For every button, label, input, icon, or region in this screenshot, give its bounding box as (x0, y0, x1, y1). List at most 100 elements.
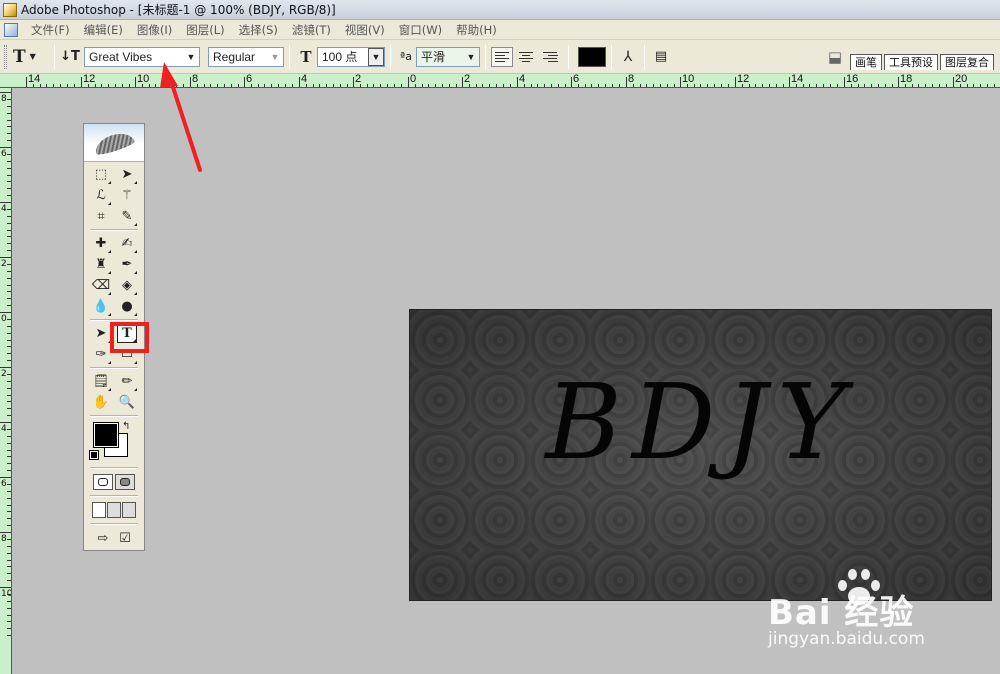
swap-colors-icon[interactable]: ↰ (122, 421, 130, 432)
chevron-down-icon: ▼ (29, 52, 36, 61)
healing-brush-icon[interactable]: ✚ (91, 234, 111, 253)
text-color-swatch[interactable] (578, 46, 606, 67)
ruler-minor-tick (7, 553, 11, 554)
standard-mode-button[interactable] (93, 474, 113, 490)
paint-bucket-icon[interactable]: ◈ (117, 276, 137, 295)
ruler-minor-tick (7, 594, 11, 595)
toolbox-divider (90, 367, 138, 369)
menu-file[interactable]: 文件(F) (24, 22, 77, 38)
font-size-select[interactable]: 100 点 ▼ (317, 46, 385, 67)
ruler-label: 8 (1, 94, 7, 104)
history-brush-icon[interactable]: ✒ (117, 255, 137, 274)
foreground-color-swatch[interactable] (93, 422, 119, 448)
pen-icon[interactable]: ✑ (91, 345, 111, 364)
antialias-select[interactable]: 平滑 ▼ (416, 46, 480, 67)
ruler-minor-tick (7, 333, 11, 334)
menu-filter[interactable]: 滤镜(T) (285, 22, 338, 38)
ruler-minor-tick (598, 84, 599, 87)
ruler-minor-tick (7, 463, 11, 464)
ruler-minor-tick (67, 84, 68, 87)
ruler-major-tick (571, 77, 572, 87)
ruler-label: 6 (1, 479, 7, 489)
tab-brushes[interactable]: 画笔 (850, 53, 882, 70)
slice-icon[interactable]: ✎ (117, 207, 137, 226)
document-menu-icon[interactable] (4, 22, 18, 37)
jump-to-imageready-icon[interactable]: ⇨ (93, 529, 113, 548)
align-left-button[interactable] (491, 46, 513, 67)
ruler-minor-tick (489, 84, 490, 87)
menu-edit[interactable]: 编辑(E) (77, 22, 130, 38)
full-screen-menu-mode-button[interactable] (106, 502, 121, 518)
ruler-minor-tick (7, 236, 11, 237)
font-family-select[interactable]: Great Vibes ▼ (84, 46, 200, 67)
separator (611, 44, 612, 69)
standard-screen-mode-button[interactable] (92, 502, 107, 518)
move-icon[interactable]: ➤ (117, 165, 137, 184)
align-right-button[interactable] (539, 47, 561, 67)
crop-icon[interactable]: ⌗ (91, 207, 111, 226)
align-center-button[interactable] (515, 47, 537, 67)
ruler-minor-tick (7, 470, 11, 471)
hand-icon[interactable]: ✋ (91, 393, 111, 412)
marquee-icon[interactable]: ⬚ (91, 165, 111, 184)
eraser-icon[interactable]: ⌫ (91, 276, 111, 295)
blur-icon[interactable]: 💧 (91, 297, 111, 316)
chevron-down-icon[interactable]: ▼ (267, 48, 283, 66)
dodge-icon[interactable]: ● (117, 297, 137, 316)
ruler-label: 4 (1, 204, 7, 214)
ruler-minor-tick (605, 84, 606, 87)
ruler-minor-tick (435, 84, 436, 87)
zoom-icon[interactable]: 🔍 (117, 393, 137, 412)
lasso-icon[interactable]: ℒ (91, 186, 111, 205)
ruler-major-tick (135, 77, 136, 87)
ruler-minor-tick (169, 84, 170, 87)
eyedropper-icon[interactable]: ✏ (117, 372, 137, 391)
full-screen-mode-button[interactable] (121, 502, 136, 518)
edit-in-imageready-icon[interactable]: ☑ (115, 529, 135, 548)
clone-stamp-icon[interactable]: ♜ (91, 255, 111, 274)
menu-view[interactable]: 视图(V) (338, 22, 392, 38)
ruler-minor-tick (415, 84, 416, 87)
magic-wand-icon[interactable]: ⚚ (117, 186, 137, 205)
chevron-down-icon[interactable]: ▼ (368, 47, 384, 66)
chevron-down-icon[interactable]: ▼ (463, 48, 479, 66)
menu-layer[interactable]: 图层(L) (179, 22, 231, 38)
ruler-label: 8 (1, 534, 7, 544)
ruler-label: 16 (846, 74, 859, 85)
ruler-minor-tick (197, 84, 198, 87)
text-orientation-icon[interactable]: ↓T (60, 49, 80, 64)
canvas-text-layer[interactable]: BDJY (410, 370, 991, 474)
adobe-online-feather-icon[interactable] (84, 124, 144, 162)
ruler-minor-tick (837, 84, 838, 87)
character-palette-icon[interactable]: ▤ (650, 49, 672, 64)
path-select-icon[interactable]: ➤ (91, 324, 111, 343)
ruler-label: 14 (791, 74, 804, 85)
ruler-label: 0 (1, 314, 7, 324)
font-style-select[interactable]: Regular ▼ (208, 46, 284, 67)
ruler-minor-tick (442, 84, 443, 87)
ruler-minor-tick (162, 84, 163, 87)
ruler-minor-tick (7, 388, 11, 389)
tab-layer-comps[interactable]: 图层复合 (940, 53, 994, 70)
menu-image[interactable]: 图像(I) (130, 22, 179, 38)
quick-mask-mode-button[interactable] (115, 474, 135, 490)
file-browser-icon[interactable]: ⬓ (824, 48, 846, 66)
ruler-minor-tick (987, 84, 988, 87)
options-bar-grip[interactable] (4, 44, 7, 69)
tab-tool-presets[interactable]: 工具预设 (884, 53, 938, 70)
notes-icon[interactable]: 🗒 (91, 372, 111, 391)
font-family-value: Great Vibes (89, 49, 153, 64)
menu-window[interactable]: 窗口(W) (392, 22, 449, 38)
ruler-label: 2 (1, 369, 7, 379)
menu-help[interactable]: 帮助(H) (449, 22, 504, 38)
brush-icon[interactable]: ✍ (117, 234, 137, 253)
vertical-ruler[interactable]: 8 6 4 2 0 2 4 6 8 10 (0, 88, 12, 674)
tool-preset-picker[interactable]: T ▼ (13, 47, 49, 67)
chevron-down-icon[interactable]: ▼ (183, 48, 199, 66)
default-colors-icon[interactable] (89, 450, 99, 460)
menu-select[interactable]: 选择(S) (232, 22, 285, 38)
warp-text-icon[interactable]: ⅄ (617, 49, 639, 65)
antialias-icon: ªa (400, 50, 412, 63)
document-canvas[interactable]: BDJY (409, 309, 992, 601)
horizontal-ruler[interactable]: 14 12 10 8 6 4 2 0 2 4 6 8 10 12 14 16 18 20 (0, 74, 1000, 88)
